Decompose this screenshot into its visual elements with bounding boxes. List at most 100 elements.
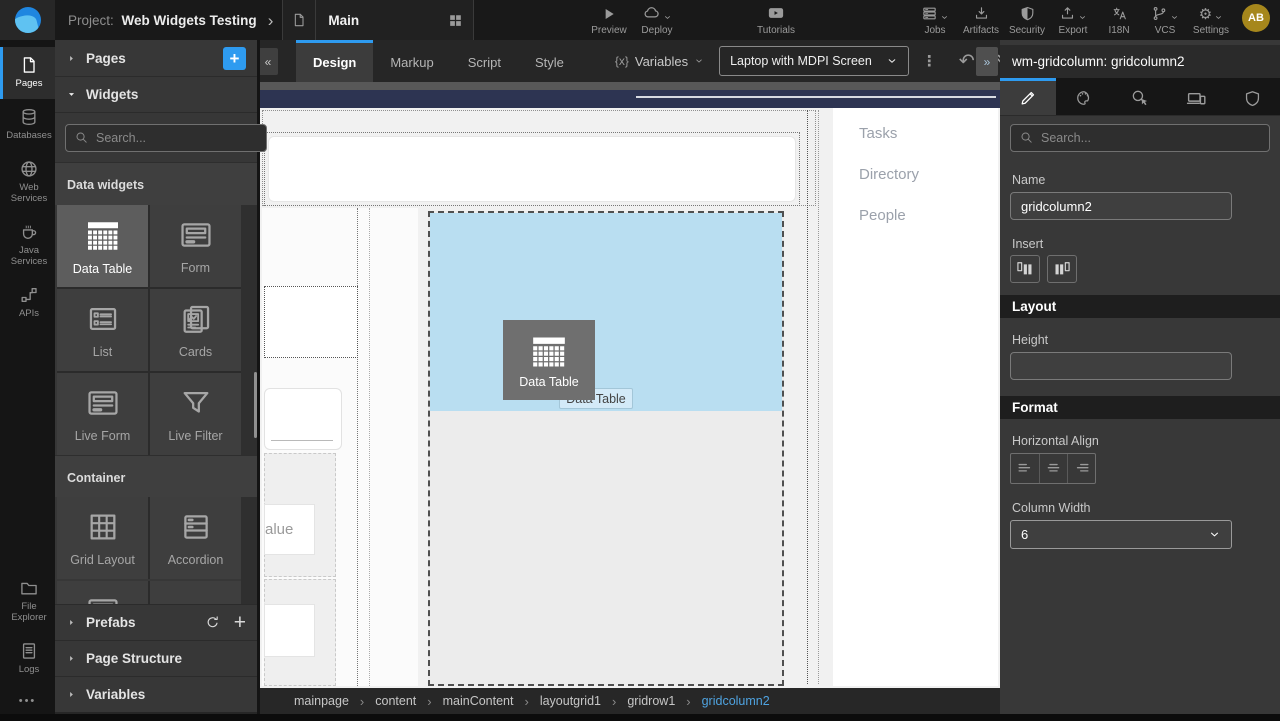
avatar[interactable]: AB: [1242, 4, 1270, 32]
tab-devices[interactable]: [1168, 78, 1224, 115]
pages-grid-icon[interactable]: [448, 13, 463, 28]
page-nav-panel[interactable]: Tasks Directory People: [833, 108, 998, 686]
empty-field[interactable]: [264, 604, 315, 657]
undo-button[interactable]: ↶: [959, 50, 975, 73]
page-search-card[interactable]: [268, 136, 796, 202]
align-right-button[interactable]: [1067, 454, 1095, 483]
tab-properties[interactable]: [1000, 78, 1056, 115]
settings-button[interactable]: ⚙ Settings: [1188, 4, 1234, 36]
breadcrumb-item-active[interactable]: gridcolumn2: [702, 694, 770, 708]
breadcrumb-item[interactable]: mainContent: [443, 694, 514, 708]
kebab-menu-icon[interactable]: ⋮: [922, 52, 937, 70]
breadcrumb-item[interactable]: layoutgrid1: [540, 694, 601, 708]
breadcrumb-item[interactable]: mainpage: [294, 694, 349, 708]
add-prefab-button[interactable]: +: [234, 612, 246, 633]
nav-item-people[interactable]: People: [859, 207, 998, 227]
vcs-button[interactable]: VCS: [1142, 4, 1188, 36]
expand-panel-button[interactable]: »: [976, 47, 998, 76]
widget-tile-live-filter[interactable]: Live Filter: [150, 373, 241, 455]
tab-styles[interactable]: [1056, 78, 1112, 115]
property-search-input[interactable]: [1010, 124, 1270, 152]
page-tab-main[interactable]: Main: [282, 0, 474, 40]
drag-ghost-data-table[interactable]: Data Table: [503, 320, 595, 400]
widget-tile-partial[interactable]: [57, 581, 148, 604]
branch-icon: [1151, 5, 1168, 22]
preview-button[interactable]: Preview: [588, 4, 630, 36]
tab-design[interactable]: Design: [296, 40, 373, 82]
caret-right-icon: [66, 653, 77, 664]
artifacts-button[interactable]: Artifacts: [958, 4, 1004, 36]
rail-item-logs[interactable]: Logs: [0, 633, 55, 685]
group-data-widgets: Data widgets: [55, 162, 257, 205]
rail-item-java-services[interactable]: Java Services: [0, 214, 55, 277]
widget-tile-form[interactable]: Form: [150, 205, 241, 287]
refresh-icon[interactable]: [204, 614, 221, 631]
search-icon: [1019, 130, 1034, 145]
rail-item-databases[interactable]: Databases: [0, 99, 55, 151]
design-canvas[interactable]: alue Data Table Data Table Tasks Directo…: [260, 82, 1000, 688]
widget-tile-grid-layout[interactable]: Grid Layout: [57, 497, 148, 579]
chevron-right-icon: ›: [612, 694, 616, 709]
tutorials-button[interactable]: Tutorials: [750, 4, 802, 36]
rail-item-web-services[interactable]: Web Services: [0, 151, 55, 214]
wavemaker-logo[interactable]: [0, 0, 55, 40]
tab-markup[interactable]: Markup: [373, 40, 450, 82]
form-panel-widget[interactable]: [264, 579, 336, 686]
page-header-bar[interactable]: [260, 90, 1000, 108]
align-center-button[interactable]: [1039, 454, 1067, 483]
value-field[interactable]: alue: [264, 504, 315, 555]
tab-events[interactable]: [1112, 78, 1168, 115]
small-card-widget[interactable]: [264, 388, 342, 450]
collapse-panel-button[interactable]: «: [258, 48, 278, 75]
variables-menu[interactable]: {x} Variables: [615, 40, 704, 82]
list-icon: [86, 302, 120, 336]
breadcrumb-item[interactable]: gridrow1: [627, 694, 675, 708]
export-button[interactable]: Export: [1050, 4, 1096, 36]
insert-column-right-button[interactable]: [1047, 255, 1077, 283]
device-selector[interactable]: Laptop with MDPI Screen: [719, 46, 909, 76]
add-page-button[interactable]: +: [223, 47, 246, 70]
i18n-button[interactable]: I18N: [1096, 4, 1142, 36]
element-breadcrumb: mainpage › content › mainContent › layou…: [260, 688, 1000, 714]
section-page-structure[interactable]: Page Structure: [55, 640, 257, 676]
height-input[interactable]: [1010, 352, 1232, 380]
section-prefabs[interactable]: Prefabs +: [55, 604, 257, 640]
page-body[interactable]: alue Data Table Data Table Tasks Directo…: [260, 108, 1000, 688]
accordion-icon: [179, 510, 213, 544]
section-widgets[interactable]: Widgets: [55, 77, 257, 113]
cloud-icon: [642, 3, 661, 22]
widget-search-input[interactable]: [65, 124, 267, 152]
chevron-right-icon: ›: [686, 694, 690, 709]
rail-item-pages[interactable]: Pages: [0, 47, 55, 99]
section-pages[interactable]: Pages +: [55, 40, 257, 77]
tab-security[interactable]: [1224, 78, 1280, 115]
widget-tile-partial[interactable]: [150, 581, 241, 604]
tab-script[interactable]: Script: [451, 40, 518, 82]
align-left-button[interactable]: [1011, 454, 1039, 483]
widget-tile-data-table[interactable]: Data Table: [57, 205, 148, 287]
chevron-down-icon: [1208, 528, 1221, 541]
nav-item-directory[interactable]: Directory: [859, 166, 998, 186]
group-container: Container: [55, 455, 257, 497]
nav-item-tasks[interactable]: Tasks: [859, 125, 998, 145]
play-icon: [601, 4, 617, 22]
deploy-button[interactable]: Deploy: [633, 4, 681, 36]
panel-scroll-thumb[interactable]: [254, 372, 257, 438]
security-button[interactable]: Security: [1004, 4, 1050, 36]
rail-item-file-explorer[interactable]: File Explorer: [0, 570, 55, 633]
breadcrumb-item[interactable]: content: [375, 694, 416, 708]
insert-column-left-button[interactable]: [1010, 255, 1040, 283]
widget-tile-live-form[interactable]: Live Form: [57, 373, 148, 455]
widget-tile-cards[interactable]: Cards: [150, 289, 241, 371]
widget-tile-accordion[interactable]: Accordion: [150, 497, 241, 579]
form-panel-widget[interactable]: alue: [264, 453, 336, 577]
tab-style[interactable]: Style: [518, 40, 581, 82]
widget-outline-box[interactable]: [264, 286, 358, 358]
name-input[interactable]: [1010, 192, 1232, 220]
section-variables[interactable]: Variables: [55, 676, 257, 712]
gridcolumn2-drop-target[interactable]: [428, 211, 784, 686]
column-width-select[interactable]: 6: [1010, 520, 1232, 549]
widget-tile-list[interactable]: List: [57, 289, 148, 371]
jobs-button[interactable]: Jobs: [912, 4, 958, 36]
rail-item-apis[interactable]: APIs: [0, 277, 55, 329]
